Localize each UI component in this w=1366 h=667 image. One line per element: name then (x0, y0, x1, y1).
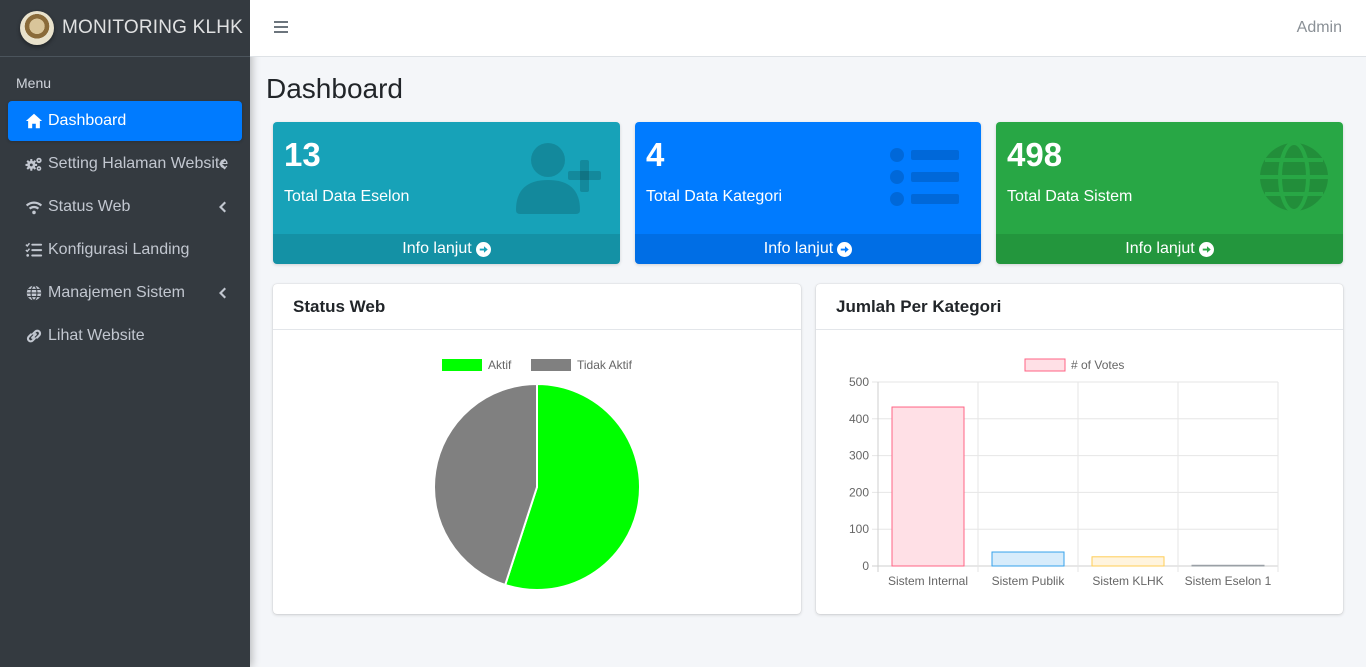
y-tick-label: 0 (862, 559, 869, 573)
stat-label: Total Data Sistem (1007, 188, 1133, 205)
stat-label: Total Data Eselon (284, 188, 410, 205)
stat-label: Total Data Kategori (646, 188, 783, 205)
link-icon (24, 327, 44, 345)
sidebar-item-label: Manajemen Sistem (48, 284, 185, 301)
legend-label[interactable]: # of Votes (1071, 358, 1124, 372)
info-lanjut-label: Info lanjut (1125, 240, 1195, 257)
legend-swatch[interactable] (1024, 358, 1066, 372)
home-icon (24, 112, 44, 130)
chevron-left-icon (218, 286, 226, 299)
bar-sistem-publik[interactable] (991, 551, 1065, 567)
stat-number: 498 (1007, 136, 1063, 173)
status-web-pie-chart: Aktif Tidak Aktif (433, 358, 641, 591)
menu-header: Menu (16, 75, 52, 91)
chevron-left-icon (218, 157, 226, 170)
card-title: Status Web (273, 284, 801, 330)
jumlah-kategori-card: Jumlah Per Kategori # of Votes 0 100 200 300… (816, 284, 1343, 614)
sidebar-item-manajemen-sistem[interactable]: Manajemen Sistem (8, 273, 242, 313)
sidebar-item-status-web[interactable]: Status Web (8, 187, 242, 227)
arrow-circle-right-icon (475, 241, 491, 257)
y-tick-label: 300 (849, 449, 869, 463)
user-plus-icon (516, 140, 606, 214)
stat-box-sistem: 498 Total Data Sistem Info lanjut (996, 122, 1343, 264)
sidebar-item-setting-halaman-website[interactable]: Setting Halaman Website (8, 144, 242, 184)
status-web-card: Status Web Aktif Tidak Aktif (273, 284, 801, 614)
sidebar-item-label: Dashboard (48, 112, 127, 129)
sidebar-item-konfigurasi-landing[interactable]: Konfigurasi Landing (8, 230, 242, 270)
globe-icon (24, 284, 44, 302)
bar-sistem-klhk[interactable] (1091, 556, 1165, 567)
user-menu[interactable]: Admin (1297, 19, 1342, 37)
legend-label[interactable]: Aktif (488, 358, 512, 372)
top-navbar: Admin (250, 0, 1366, 57)
info-lanjut-label: Info lanjut (402, 240, 472, 257)
sidebar-item-label: Setting Halaman Website (48, 155, 229, 172)
legend-label[interactable]: Tidak Aktif (577, 358, 633, 372)
arrow-circle-right-icon (1198, 241, 1214, 257)
bar-sistem-eselon-1[interactable] (1191, 564, 1265, 567)
sidebar-item-label: Lihat Website (48, 327, 145, 344)
x-tick-label: Sistem Publik (992, 574, 1066, 588)
page-title: Dashboard (266, 73, 403, 104)
stat-number: 13 (284, 136, 321, 173)
brand-title: MONITORING KLHK (62, 17, 244, 38)
info-lanjut-link[interactable]: Info lanjut (273, 234, 620, 264)
list-icon (877, 140, 967, 214)
y-tick-label: 500 (849, 375, 869, 389)
wifi-icon (24, 198, 44, 216)
globe-icon (1239, 140, 1329, 214)
card-title: Jumlah Per Kategori (816, 284, 1343, 330)
x-tick-label: Sistem Internal (888, 574, 968, 588)
info-lanjut-link[interactable]: Info lanjut (635, 234, 981, 264)
bar-sistem-internal[interactable] (891, 406, 965, 567)
info-lanjut-link[interactable]: Info lanjut (996, 234, 1343, 264)
x-tick-label: Sistem KLHK (1092, 574, 1163, 588)
cogs-icon (24, 155, 44, 173)
legend-swatch[interactable] (442, 359, 482, 371)
sidebar-item-label: Status Web (48, 198, 131, 215)
stat-number: 4 (646, 136, 665, 173)
legend-swatch[interactable] (531, 359, 571, 371)
brand[interactable]: MONITORING KLHK (0, 0, 250, 57)
sidebar-nav: Dashboard Setting Halaman Website Status… (0, 101, 250, 356)
x-tick-label: Sistem Eselon 1 (1185, 574, 1272, 588)
stat-box-kategori: 4 Total Data Kategori Info lanjut (635, 122, 981, 264)
hamburger-menu-icon[interactable] (274, 21, 288, 35)
y-tick-label: 100 (849, 522, 869, 536)
sidebar-item-dashboard[interactable]: Dashboard (8, 101, 242, 141)
sidebar-item-lihat-website[interactable]: Lihat Website (8, 316, 242, 356)
stat-box-eselon: 13 Total Data Eselon Info lanjut (273, 122, 620, 264)
sidebar: MONITORING KLHK Menu Dashboard Setting H… (0, 0, 250, 667)
y-tick-label: 200 (849, 485, 869, 499)
list-check-icon (24, 241, 44, 259)
kategori-bar-chart: # of Votes 0 100 200 300 400 500 Sistem Interna… (849, 358, 1279, 588)
sidebar-item-label: Konfigurasi Landing (48, 241, 190, 258)
chevron-left-icon (218, 200, 226, 213)
y-tick-label: 400 (849, 412, 869, 426)
arrow-circle-right-icon (837, 241, 853, 257)
klhk-logo (20, 11, 54, 45)
info-lanjut-label: Info lanjut (763, 240, 834, 257)
